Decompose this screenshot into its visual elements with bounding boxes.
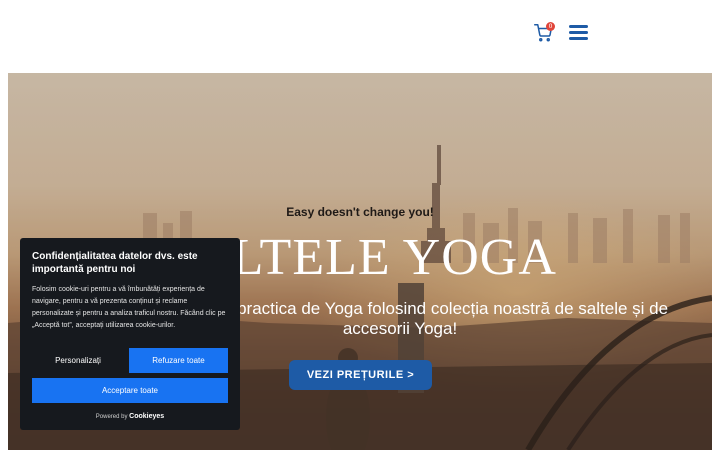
- reject-all-button[interactable]: Refuzare toate: [129, 348, 228, 373]
- cookie-banner-title: Confidențialitatea datelor dvs. este imp…: [32, 251, 198, 275]
- menu-bar: [569, 25, 588, 28]
- cookieyes-logo[interactable]: Cookieyes: [129, 413, 164, 420]
- cart-button[interactable]: 0: [534, 22, 555, 44]
- powered-by-label: Powered by Cookieyes: [20, 413, 240, 420]
- hamburger-menu-icon[interactable]: [569, 24, 588, 41]
- accept-all-button[interactable]: Acceptare toate: [32, 378, 228, 403]
- menu-bar: [569, 31, 588, 34]
- view-prices-button[interactable]: VEZI PREȚURILE >: [289, 360, 432, 390]
- customize-cookies-button[interactable]: Personalizați: [32, 348, 124, 373]
- site-header: 0: [0, 0, 720, 70]
- powered-by-prefix: Powered by: [95, 414, 128, 420]
- cart-count-badge: 0: [546, 22, 555, 31]
- cookie-consent-banner: Confidențialitatea datelor dvs. este imp…: [20, 238, 240, 430]
- hero-tagline: Easy doesn't change you!: [286, 205, 434, 219]
- cookie-button-row: Personalizați Refuzare toate: [32, 348, 228, 373]
- menu-bar: [569, 37, 588, 40]
- cookie-banner-text: Folosim cookie-uri pentru a vă îmbunătăț…: [32, 286, 226, 329]
